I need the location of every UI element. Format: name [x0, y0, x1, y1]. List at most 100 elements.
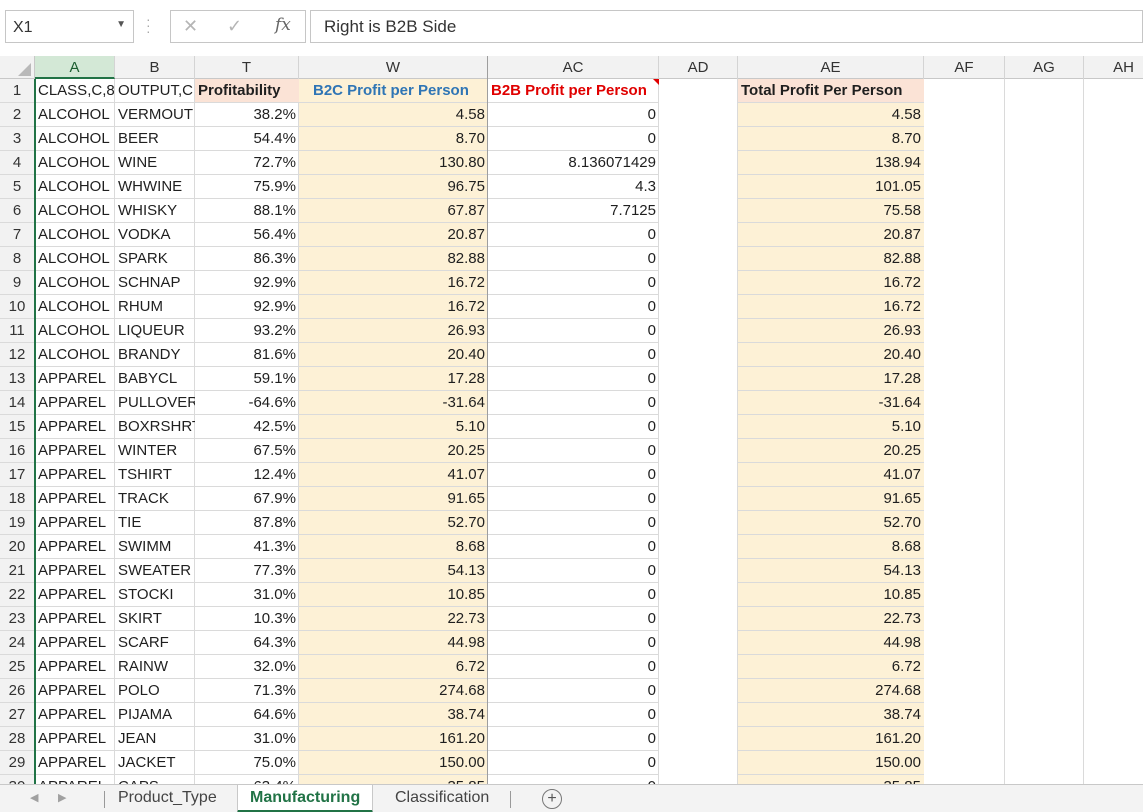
tab-product-type[interactable]: Product_Type — [106, 785, 229, 812]
cell-a[interactable]: ALCOHOL — [35, 175, 115, 199]
cell-w[interactable]: 91.65 — [299, 487, 488, 511]
cell-w[interactable]: 22.73 — [299, 607, 488, 631]
cell-w[interactable]: 150.00 — [299, 751, 488, 775]
cell-t[interactable]: 56.4% — [195, 223, 299, 247]
cell-b[interactable]: PIJAMA — [115, 703, 195, 727]
cell-t[interactable]: -64.6% — [195, 391, 299, 415]
cell-w[interactable]: 44.98 — [299, 631, 488, 655]
more-options-icon[interactable]: · · · — [146, 12, 151, 38]
cell-b[interactable]: TIE — [115, 511, 195, 535]
cell-b[interactable]: SWEATER — [115, 559, 195, 583]
column-header-ad[interactable]: AD — [659, 56, 738, 79]
cell-ac[interactable]: 0 — [488, 319, 659, 343]
name-box[interactable]: X1 ▼ — [5, 10, 134, 43]
cell-w[interactable]: -31.64 — [299, 391, 488, 415]
cell-t[interactable]: 63.4% — [195, 775, 299, 784]
cell-b[interactable]: WHISKY — [115, 199, 195, 223]
cell-ae[interactable]: 22.73 — [738, 607, 924, 631]
cell-b[interactable]: POLO — [115, 679, 195, 703]
cell-ac[interactable]: 0 — [488, 655, 659, 679]
cell-ae[interactable]: 20.25 — [738, 439, 924, 463]
column-header-b[interactable]: B — [115, 56, 195, 79]
cell-ae[interactable]: 20.40 — [738, 343, 924, 367]
cell-ae[interactable]: -31.64 — [738, 391, 924, 415]
cell-ac[interactable]: 0 — [488, 367, 659, 391]
row-header[interactable]: 29 — [0, 751, 34, 775]
cell-ae[interactable]: 44.98 — [738, 631, 924, 655]
cell-w[interactable]: 8.68 — [299, 535, 488, 559]
row-header[interactable]: 20 — [0, 535, 34, 559]
cell-a[interactable]: APPAREL — [35, 751, 115, 775]
row-header[interactable]: 8 — [0, 247, 34, 271]
cell-ac[interactable]: 0 — [488, 751, 659, 775]
row-header[interactable]: 23 — [0, 607, 34, 631]
cell-w[interactable]: 38.74 — [299, 703, 488, 727]
cell-ac[interactable]: 0 — [488, 343, 659, 367]
cell-t[interactable]: 71.3% — [195, 679, 299, 703]
row-header[interactable]: 11 — [0, 319, 34, 343]
row-header[interactable]: 10 — [0, 295, 34, 319]
cell-b[interactable]: SWIMM — [115, 535, 195, 559]
cell-ae[interactable]: 35.85 — [738, 775, 924, 784]
cell-ae[interactable]: 161.20 — [738, 727, 924, 751]
row-header[interactable]: 13 — [0, 367, 34, 391]
cell-ac[interactable]: 0 — [488, 631, 659, 655]
cell-ac[interactable]: 0 — [488, 391, 659, 415]
row-header[interactable]: 25 — [0, 655, 34, 679]
column-header-ag[interactable]: AG — [1005, 56, 1084, 79]
row-header[interactable]: 22 — [0, 583, 34, 607]
cell-a[interactable]: APPAREL — [35, 439, 115, 463]
cell-b[interactable]: SCARF — [115, 631, 195, 655]
cell-ae[interactable]: 5.10 — [738, 415, 924, 439]
formula-input[interactable]: Right is B2B Side — [310, 10, 1143, 43]
cell-a[interactable]: APPAREL — [35, 463, 115, 487]
row-header[interactable]: 19 — [0, 511, 34, 535]
cell-w[interactable]: 96.75 — [299, 175, 488, 199]
cell-t[interactable]: 64.3% — [195, 631, 299, 655]
cell-w[interactable]: 20.25 — [299, 439, 488, 463]
cell-a[interactable]: ALCOHOL — [35, 223, 115, 247]
cell-b[interactable]: SCHNAP — [115, 271, 195, 295]
cell-ae[interactable]: 138.94 — [738, 151, 924, 175]
cell-a[interactable]: APPAREL — [35, 679, 115, 703]
column-header-ae[interactable]: AE — [738, 56, 924, 79]
cell-a[interactable]: APPAREL — [35, 391, 115, 415]
cell-a[interactable]: APPAREL — [35, 487, 115, 511]
row-header[interactable]: 9 — [0, 271, 34, 295]
cell-ac[interactable]: 4.3 — [488, 175, 659, 199]
cell-w[interactable]: 54.13 — [299, 559, 488, 583]
row-header[interactable]: 15 — [0, 415, 34, 439]
cell-t[interactable]: 32.0% — [195, 655, 299, 679]
row-header[interactable]: 3 — [0, 127, 34, 151]
cell-w[interactable]: 16.72 — [299, 295, 488, 319]
column-header-t[interactable]: T — [195, 56, 299, 79]
cell-t[interactable]: 59.1% — [195, 367, 299, 391]
row-header[interactable]: 18 — [0, 487, 34, 511]
cell-a[interactable]: APPAREL — [35, 535, 115, 559]
cell-a[interactable]: APPAREL — [35, 727, 115, 751]
tab-manufacturing[interactable]: Manufacturing — [237, 785, 374, 812]
cell-t[interactable]: 75.9% — [195, 175, 299, 199]
cell-t[interactable]: 81.6% — [195, 343, 299, 367]
row-header[interactable]: 16 — [0, 439, 34, 463]
cell-b[interactable]: BRANDY — [115, 343, 195, 367]
cell-t[interactable]: 92.9% — [195, 295, 299, 319]
cell-ae[interactable]: 274.68 — [738, 679, 924, 703]
cell-ae[interactable]: 16.72 — [738, 271, 924, 295]
cell-a1[interactable]: CLASS,C,8 — [35, 79, 115, 103]
row-header[interactable]: 28 — [0, 727, 34, 751]
cell-ae[interactable]: 75.58 — [738, 199, 924, 223]
scroll-left-icon[interactable]: ◀ — [30, 791, 38, 804]
cell-a[interactable]: APPAREL — [35, 655, 115, 679]
cell-a[interactable]: APPAREL — [35, 631, 115, 655]
cell-t[interactable]: 54.4% — [195, 127, 299, 151]
row-header[interactable]: 27 — [0, 703, 34, 727]
cell-t[interactable]: 12.4% — [195, 463, 299, 487]
row-header[interactable]: 17 — [0, 463, 34, 487]
cell-w[interactable]: 82.88 — [299, 247, 488, 271]
cell-w[interactable]: 6.72 — [299, 655, 488, 679]
cell-b[interactable]: TRACK — [115, 487, 195, 511]
cell-ac[interactable]: 0 — [488, 223, 659, 247]
cell-a[interactable]: ALCOHOL — [35, 247, 115, 271]
cell-ac1[interactable]: B2B Profit per Person — [488, 79, 659, 103]
